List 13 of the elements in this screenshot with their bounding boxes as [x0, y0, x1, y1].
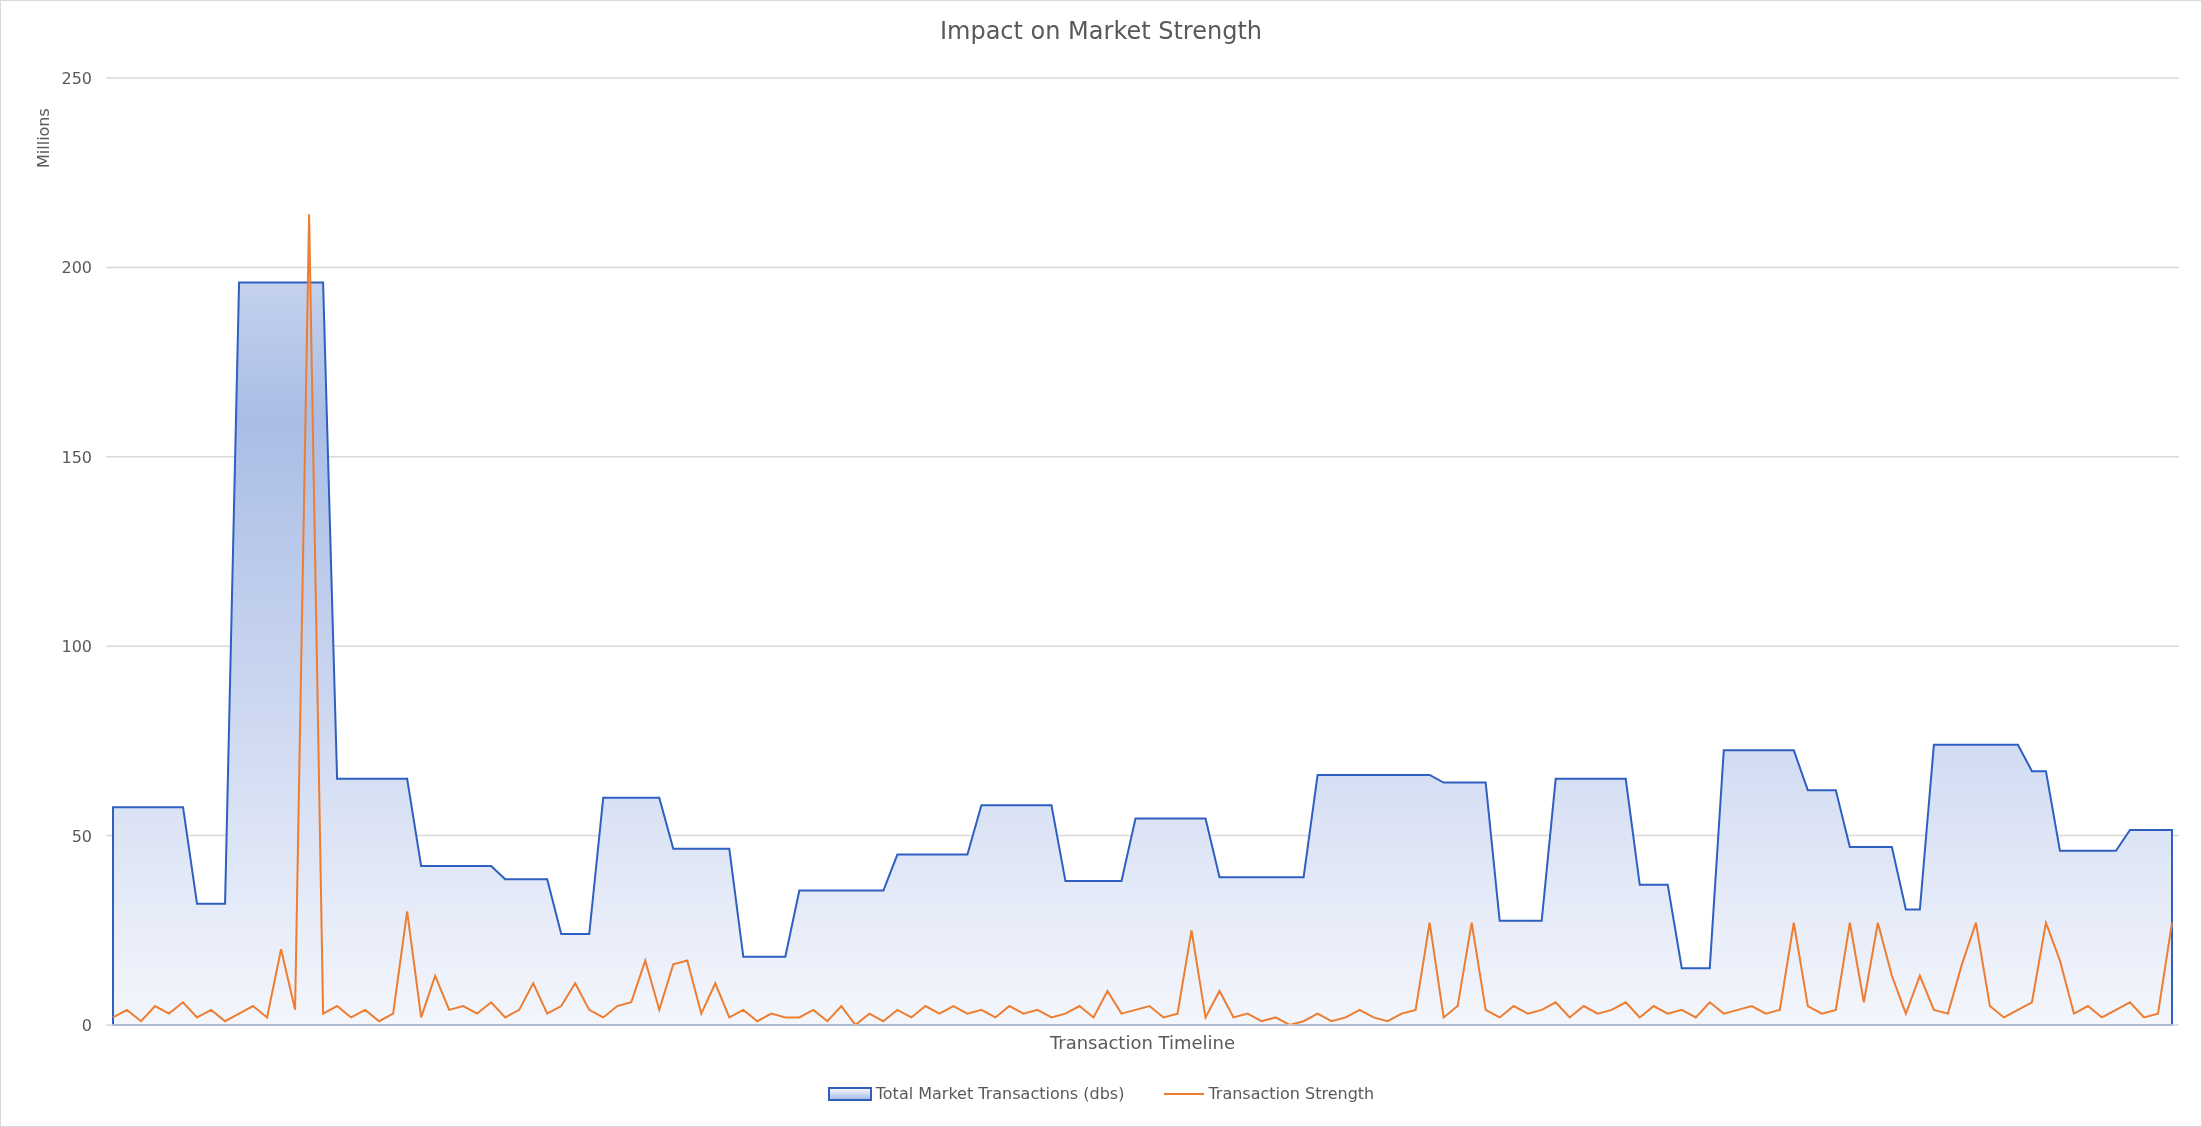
y-axis-title: Millions — [34, 108, 53, 168]
chart-title: Impact on Market Strength — [938, 16, 1264, 47]
y-tick-label: 250 — [61, 69, 92, 88]
y-tick-label: 50 — [71, 826, 92, 846]
legend-label: Transaction Strength — [1208, 1084, 1375, 1103]
y-tick-label: 100 — [61, 637, 92, 657]
y-tick-label: 0 — [81, 1016, 92, 1035]
y-tick-label: 200 — [61, 258, 92, 278]
legend-swatch — [827, 1086, 872, 1101]
legend-line-icon — [1164, 1092, 1205, 1095]
legend-label: Total Market Transactions (dbs) — [875, 1084, 1125, 1103]
y-tick-label: 150 — [61, 447, 92, 467]
x-axis-title: Transaction Timeline — [1049, 1032, 1236, 1053]
